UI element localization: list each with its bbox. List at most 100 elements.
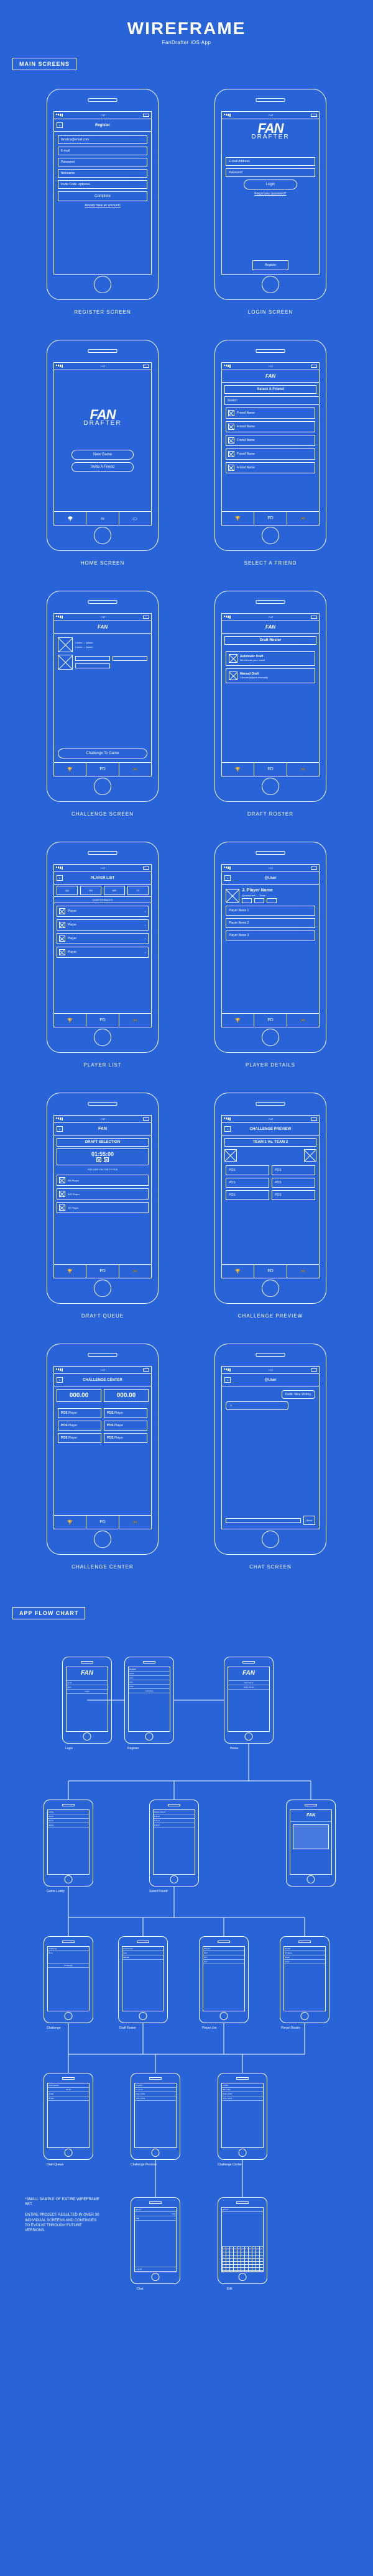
tab-games[interactable] (119, 512, 151, 525)
queue-item[interactable]: RB Player (57, 1175, 149, 1186)
back-button[interactable]: < (57, 122, 63, 128)
roster-slot[interactable]: POS Player (104, 1408, 147, 1418)
complete-button[interactable]: Complete (58, 191, 147, 201)
news-item[interactable]: Player News 3 (226, 931, 315, 940)
register-button[interactable]: Register (252, 260, 288, 270)
friend-item[interactable]: Friend Name (226, 421, 315, 432)
tab[interactable]: 🏆 (54, 1516, 86, 1529)
challenge-button[interactable]: Challenge To Game (58, 749, 147, 758)
password-input[interactable]: Password (226, 168, 315, 177)
invite-code-field[interactable]: Invite Code -optional- (58, 180, 147, 189)
player-item[interactable]: Player+ (57, 933, 149, 944)
tab[interactable]: 🏆 (222, 1014, 254, 1027)
player-item[interactable]: Player+ (57, 919, 149, 931)
header-title: @User (264, 1378, 276, 1382)
login-button[interactable]: Login (244, 180, 297, 189)
tab[interactable]: 🏆 (54, 763, 86, 776)
battery-icon (311, 616, 317, 619)
tab[interactable]: 🎮 (287, 1014, 319, 1027)
tab[interactable]: FD (86, 763, 119, 776)
player-item[interactable]: Player+ (57, 947, 149, 958)
have-account-link[interactable]: Already have an account? (58, 204, 147, 207)
tab[interactable]: FD (254, 1014, 287, 1027)
friend-item[interactable]: Friend Name (226, 435, 315, 446)
tab[interactable]: 🏆 (222, 1265, 254, 1278)
auto-draft-option[interactable]: Automatic DraftWe choose your roster (226, 651, 315, 666)
phone-player-list: 7:47 <PLAYER LIST QB RB WR TE QUARTERBAC… (47, 842, 159, 1053)
friend-item[interactable]: Friend Name (226, 407, 315, 419)
search-input[interactable]: Search (224, 396, 320, 405)
trophy-icon (67, 516, 73, 522)
back-button[interactable]: < (224, 1126, 231, 1132)
app-logo: FANDRAFTER (251, 123, 289, 140)
back-button[interactable]: < (224, 875, 231, 881)
news-item[interactable]: Player News 1 (226, 906, 315, 916)
tab[interactable]: FD (254, 1265, 287, 1278)
queue-item[interactable]: WR Player (57, 1188, 149, 1199)
invite-friend-button[interactable]: Invite A Friend (71, 462, 134, 472)
tab[interactable]: FD (86, 1516, 119, 1529)
send-button[interactable]: Send (303, 1516, 315, 1525)
tab[interactable]: 🎮 (287, 512, 319, 525)
email-label-field[interactable]: E-mail (58, 147, 147, 155)
player-name: J. Player Name (242, 888, 277, 893)
queue-item[interactable]: TE Player (57, 1202, 149, 1213)
timer: 01:55:00 (60, 1151, 145, 1157)
tab[interactable]: FD (86, 1014, 119, 1027)
caption: REGISTER SCREEN (74, 309, 131, 315)
tab[interactable]: 🏆 (54, 1014, 86, 1027)
tab-bar: FD (54, 511, 151, 525)
battery-icon (143, 1368, 149, 1372)
tab[interactable]: 🏆 (222, 763, 254, 776)
roster-slot[interactable]: POS Player (104, 1433, 147, 1443)
tab[interactable]: 🏆 (222, 512, 254, 525)
manual-draft-option[interactable]: Manual DraftChoose players manually (226, 668, 315, 683)
friend-item[interactable]: Friend Name (226, 448, 315, 460)
filter-wr[interactable]: WR (104, 886, 125, 895)
filter-te[interactable]: TE (127, 886, 149, 895)
back-button[interactable]: < (57, 1126, 63, 1132)
password-field[interactable]: Password (58, 158, 147, 166)
forgot-password-link[interactable]: Forgot your password? (254, 192, 286, 196)
tab-home[interactable]: FD (86, 512, 119, 525)
tab[interactable]: 🎮 (287, 1265, 319, 1278)
pos-slot: POS (272, 1190, 315, 1200)
back-button[interactable]: < (57, 875, 63, 881)
status-time: 7:47 (269, 365, 274, 368)
roster-slot[interactable]: POS Player (104, 1421, 147, 1431)
flow-caption: Register (127, 1747, 139, 1750)
back-button[interactable]: < (57, 1377, 63, 1383)
roster-slot[interactable]: POS Player (58, 1408, 101, 1418)
tab[interactable]: 🏆 (54, 1265, 86, 1278)
player-item[interactable]: Player+ (57, 906, 149, 917)
news-item[interactable]: Player News 2 (226, 918, 315, 928)
tab[interactable]: 🎮 (119, 1014, 151, 1027)
email-input[interactable]: E-mail Address (226, 157, 315, 166)
tab[interactable]: FD (254, 763, 287, 776)
tab-trophy[interactable] (54, 512, 86, 525)
chat-input[interactable] (226, 1518, 301, 1523)
tab[interactable]: FD (86, 1265, 119, 1278)
draft-roster-title: Draft Roster (224, 636, 316, 645)
tab-bar: 🏆FD🎮 (222, 1013, 319, 1027)
email-field[interactable]: fanatics@email.com (58, 135, 147, 144)
filter-qb[interactable]: QB (57, 886, 78, 895)
phone-challenge-center: 7:47 <CHALLENGE CENTER 000.00 000.00 POS… (47, 1344, 159, 1555)
friend-item[interactable]: Friend Name (226, 462, 315, 473)
app-logo-small: FAN (265, 373, 275, 379)
nickname-field[interactable]: Nickname (58, 169, 147, 178)
new-game-button[interactable]: New Game (71, 450, 134, 460)
tab[interactable]: 🎮 (119, 1265, 151, 1278)
caption: PLAYER DETAILS (246, 1062, 295, 1068)
flow-preview: PreviewT1 vs T2POS | POSPOS | POS (131, 2073, 180, 2160)
roster-slot[interactable]: POS Player (58, 1433, 101, 1443)
tab[interactable]: 🎮 (287, 763, 319, 776)
tab[interactable]: 🎮 (119, 763, 151, 776)
tab[interactable]: 🎮 (119, 1516, 151, 1529)
pos-slot: POS (272, 1165, 315, 1175)
filter-rb[interactable]: RB (80, 886, 101, 895)
roster-slot[interactable]: POS Player (58, 1421, 101, 1431)
back-button[interactable]: < (224, 1377, 231, 1383)
tab[interactable]: FD (254, 512, 287, 525)
battery-icon (143, 1117, 149, 1121)
